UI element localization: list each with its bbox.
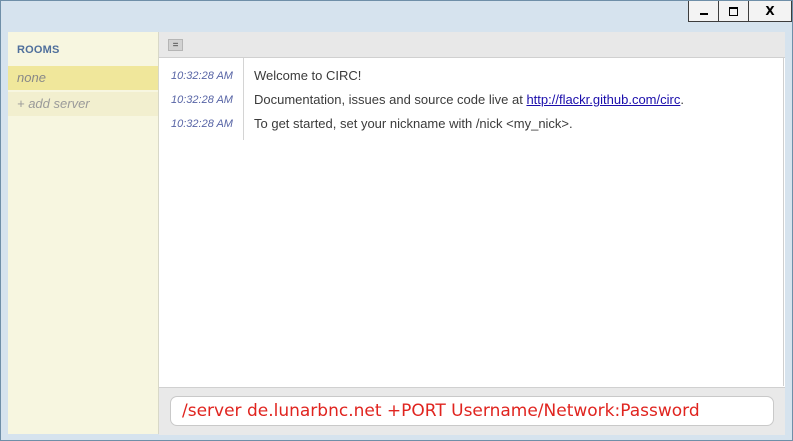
message-timestamp: 10:32:28 AM [171, 118, 233, 130]
chat-topbar: = [159, 32, 785, 58]
message-row: 10:32:28 AM Welcome to CIRC! [159, 64, 779, 88]
message-row: 10:32:28 AM To get started, set your nic… [159, 112, 779, 136]
chat-main: = 10:32:28 AM Welcome to CIRC! 10:32:28 … [159, 32, 785, 435]
message-row: 10:32:28 AM Documentation, issues and so… [159, 88, 779, 112]
maximize-button[interactable] [718, 1, 749, 22]
title-bar[interactable]: X [1, 1, 792, 27]
message-timestamp: 10:32:28 AM [171, 70, 233, 82]
close-button[interactable]: X [748, 1, 792, 22]
docs-link[interactable]: http://flackr.github.com/circ [526, 92, 680, 107]
maximize-icon [729, 6, 738, 16]
message-text: To get started, set your nickname with /… [254, 116, 573, 131]
minimize-button[interactable] [688, 1, 719, 22]
minimize-icon [699, 13, 708, 15]
add-server-button[interactable]: + add server [8, 92, 158, 116]
window-controls: X [688, 1, 792, 22]
message-text-part: Documentation, issues and source code li… [254, 92, 527, 107]
message-text: Documentation, issues and source code li… [254, 88, 684, 112]
room-item-none[interactable]: none [8, 66, 158, 90]
message-input[interactable]: /server de.lunarbnc.net +PORT Username/N… [170, 396, 774, 426]
rooms-header: ROOMS [17, 44, 60, 56]
menu-button[interactable]: = [168, 39, 183, 51]
message-log[interactable]: 10:32:28 AM Welcome to CIRC! 10:32:28 AM… [159, 58, 784, 386]
circ-client: ROOMS none + add server = 10:32:28 AM We… [8, 32, 785, 435]
app-window: X ROOMS none + add server = 10:32:28 AM … [0, 0, 793, 441]
close-icon: X [765, 4, 775, 18]
message-text: Welcome to CIRC! [254, 68, 362, 83]
rooms-sidebar: ROOMS none + add server [8, 32, 159, 434]
message-text-part: . [680, 92, 684, 107]
message-timestamp: 10:32:28 AM [171, 94, 233, 106]
input-bar: /server de.lunarbnc.net +PORT Username/N… [159, 387, 785, 435]
